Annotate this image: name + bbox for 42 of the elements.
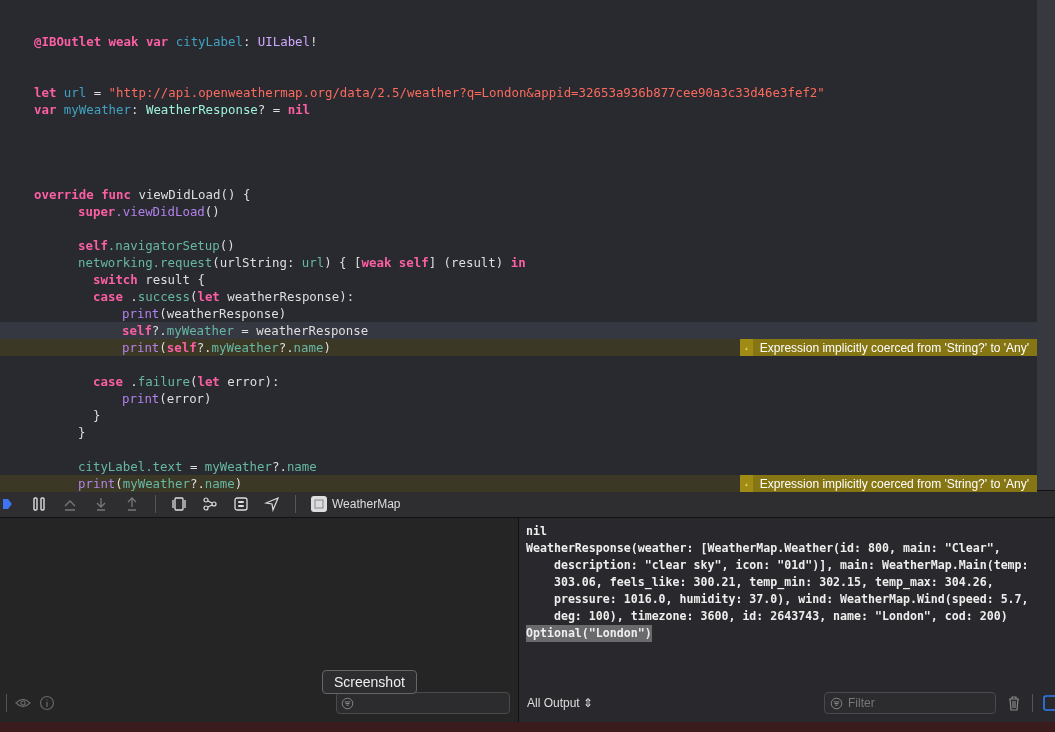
code-line: case .failure(let error): <box>93 374 280 389</box>
warning-icon <box>739 339 753 356</box>
code-line: override func viewDidLoad() { <box>34 187 251 202</box>
code-editor[interactable] <box>0 0 1055 490</box>
pause-icon[interactable] <box>31 496 47 512</box>
warning-message[interactable]: Expression implicitly coerced from 'String?' to 'Any' <box>739 339 1037 356</box>
code-line: networking.request(urlString: url) { [weak self] (result) in <box>78 255 526 270</box>
scroll-bar[interactable] <box>1037 0 1055 490</box>
console-line: nil <box>526 523 547 540</box>
tooltip: Screenshot <box>322 670 417 694</box>
code-line: cityLabel.text = myWeather?.name <box>78 459 317 474</box>
code-line: self?.myWeather = weatherResponse <box>122 323 369 338</box>
code-line: super.viewDidLoad() <box>78 204 220 219</box>
code-line: print(self?.myWeather?.name) <box>122 340 331 355</box>
split-view-icon[interactable] <box>1043 695 1055 711</box>
filter-icon <box>341 696 354 710</box>
warning-message[interactable]: Expression implicitly coerced from 'String?' to 'Any' <box>739 475 1037 492</box>
filter-field[interactable]: Filter <box>824 692 996 714</box>
code-line: @IBOutlet weak var cityLabel: UILabel! <box>34 34 318 49</box>
location-icon[interactable] <box>264 496 280 512</box>
code-line: print(myWeather?.name) <box>78 476 243 491</box>
console-line: WeatherResponse(weather: [WeatherMap.Weather(id: 800, main: "Clear", description: "clear sky", icon: "01d")], main: WeatherMap.Main(temp: 303.06, feels_like: 300.21, temp_min: 302.15, temp_max: 304.26, pressure: 1016.0, humidity: 37.0), wind: WeatherMap.Wind(speed: 5.7, deg: 100), timezone: 3600, id: 2643743, name: "London", cod: 200) <box>526 540 1029 625</box>
code-line: var myWeather: WeatherResponse? = nil <box>34 102 311 117</box>
info-icon[interactable] <box>39 695 55 711</box>
target-label[interactable]: WeatherMap <box>332 497 401 511</box>
output-menu[interactable]: All Output ⇕ <box>527 696 594 710</box>
filter-field[interactable] <box>336 692 510 714</box>
environment-icon[interactable] <box>233 496 249 512</box>
trash-icon[interactable] <box>1006 695 1022 711</box>
code-line: case .success(let weatherResponse): <box>93 289 355 304</box>
warning-icon <box>739 475 753 492</box>
code-line: } <box>78 425 86 440</box>
code-line: let url = "http://api.openweathermap.org/data/2.5/weather?q=London&appid=32653a936b877cee90a3c33d46e3fef2" <box>34 85 825 100</box>
code-line: print(error) <box>122 391 212 406</box>
code-line: self.navigatorSetup() <box>78 238 235 253</box>
filter-icon <box>830 697 843 710</box>
code-line: } <box>93 408 101 423</box>
app-icon <box>311 496 327 512</box>
memory-graph-icon[interactable] <box>202 496 218 512</box>
view-hierarchy-icon[interactable] <box>171 496 187 512</box>
code-line: switch result { <box>93 272 205 287</box>
code-line: print(weatherResponse) <box>122 306 287 321</box>
